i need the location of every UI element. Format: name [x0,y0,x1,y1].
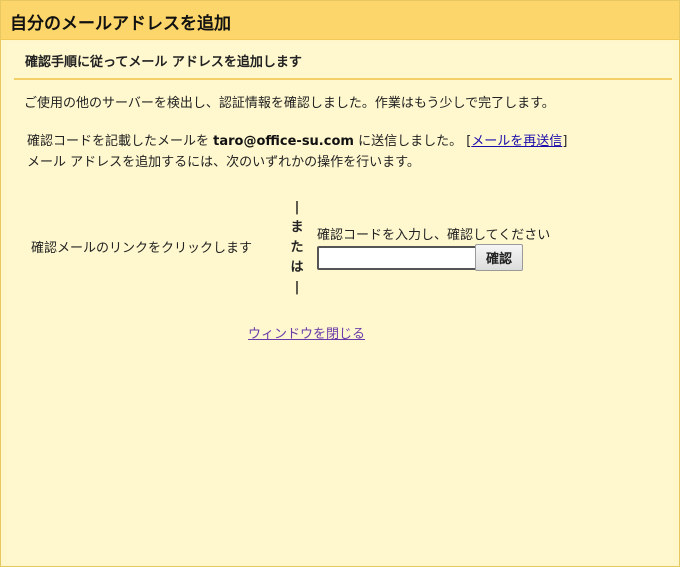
confirm-button[interactable]: 確認 [475,244,523,271]
dialog-panel: 確認手順に従ってメール アドレスを追加します ご使用の他のサーバーを検出し、認証… [7,42,673,562]
dialog-title: 自分のメールアドレスを追加 [10,14,231,34]
option-enter-code-label: 確認コードを入力し、確認してください [317,228,551,243]
or-bar-bottom: | [294,280,300,295]
verification-code-input[interactable] [317,246,477,270]
sent-suffix: に送信しました。 [353,134,463,149]
dialog-title-bar: 自分のメールアドレスを追加 [1,1,679,40]
close-window-link[interactable]: ウィンドウを閉じる [248,323,365,342]
verified-message: ご使用の他のサーバーを検出し、認証情報を確認しました。作業はもう少しで完了します… [24,96,555,111]
sent-prefix: 確認コードを記載したメールを [27,134,214,149]
step-heading: 確認手順に従ってメール アドレスを追加します [25,55,302,70]
resend-close-bracket: ] [562,134,568,149]
option-click-link-text: 確認メールのリンクをクリックします [31,241,253,256]
or-char-ta: た [290,240,304,255]
or-char-ma: ま [290,220,304,235]
resend-email-link[interactable]: メールを再送信 [471,134,562,149]
or-bar-top: | [294,200,300,215]
email-sent-line: 確認コードを記載したメールを taro@office-su.com に送信しまし… [27,130,567,149]
heading-divider [14,78,672,80]
recipient-email: taro@office-su.com [213,134,354,149]
instruction-text: メール アドレスを追加するには、次のいずれかの操作を行います。 [27,155,420,170]
or-char-ha: は [290,260,304,275]
or-separator: | ま た は | [287,198,307,298]
add-email-dialog: 自分のメールアドレスを追加 確認手順に従ってメール アドレスを追加します ご使用… [0,0,680,567]
